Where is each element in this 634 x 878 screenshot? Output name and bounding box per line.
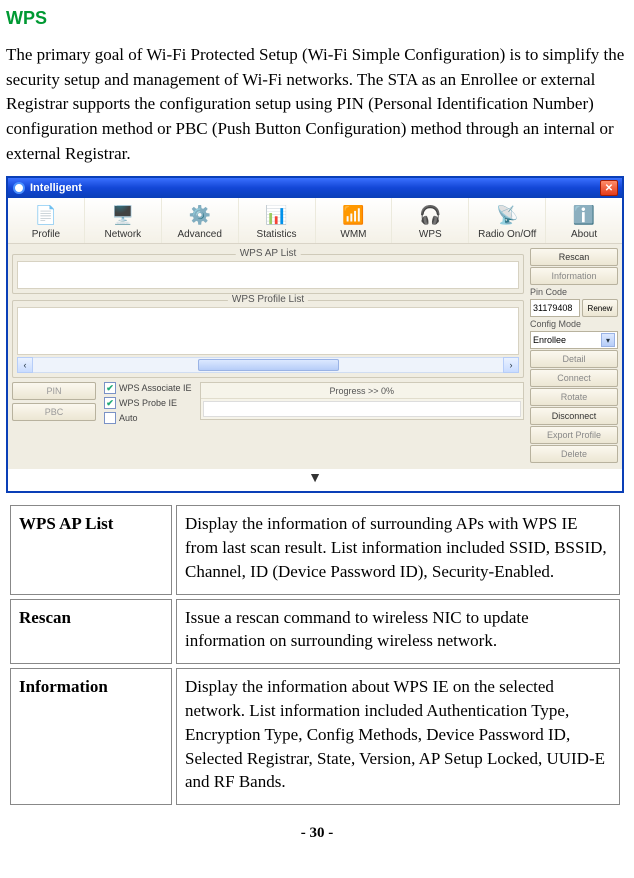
scroll-thumb[interactable]: [198, 359, 339, 371]
tab-label: WMM: [340, 229, 366, 240]
checkbox-label: WPS Probe IE: [119, 398, 177, 408]
radio-icon: 📡: [493, 202, 521, 228]
checkbox-label: Auto: [119, 413, 138, 423]
app-icon: [12, 181, 26, 195]
checkbox-wps-associate[interactable]: WPS Associate IE: [104, 382, 192, 394]
config-mode-select[interactable]: Enrollee ▾: [530, 331, 618, 349]
table-row: Rescan Issue a rescan command to wireles…: [10, 599, 620, 665]
tab-label: Profile: [32, 229, 60, 240]
checkbox-icon: [104, 382, 116, 394]
intro-paragraph: The primary goal of Wi-Fi Protected Setu…: [6, 43, 628, 166]
tab-label: About: [571, 229, 597, 240]
horizontal-scrollbar[interactable]: ‹ ›: [17, 357, 519, 373]
wps-profile-list-group: WPS Profile List ‹ ›: [12, 300, 524, 378]
expand-strip: ▼: [8, 469, 622, 491]
titlebar: Intelligent ✕: [8, 178, 622, 198]
wps-ap-list-group: WPS AP List: [12, 254, 524, 294]
pbc-button[interactable]: PBC: [12, 403, 96, 421]
pin-code-input[interactable]: [530, 299, 580, 317]
config-mode-label: Config Mode: [530, 318, 618, 330]
information-button[interactable]: Information: [530, 267, 618, 285]
expand-arrow-icon[interactable]: ▼: [308, 469, 322, 485]
checkbox-icon: [104, 412, 116, 424]
table-row: WPS AP List Display the information of s…: [10, 505, 620, 594]
tab-about[interactable]: ℹ️ About: [546, 198, 622, 243]
scroll-track[interactable]: [33, 357, 503, 373]
table-row: Information Display the information abou…: [10, 668, 620, 805]
tab-wmm[interactable]: 📶 WMM: [316, 198, 393, 243]
close-button[interactable]: ✕: [600, 180, 618, 196]
group-legend: WPS AP List: [236, 248, 301, 259]
disconnect-button[interactable]: Disconnect: [530, 407, 618, 425]
term-cell: Rescan: [10, 599, 172, 665]
tab-advanced[interactable]: ⚙️ Advanced: [162, 198, 239, 243]
tab-network[interactable]: 🖥️ Network: [85, 198, 162, 243]
rescan-button[interactable]: Rescan: [530, 248, 618, 266]
tab-label: WPS: [419, 229, 442, 240]
scroll-right-icon[interactable]: ›: [503, 357, 519, 373]
desc-cell: Issue a rescan command to wireless NIC t…: [176, 599, 620, 665]
wmm-icon: 📶: [339, 202, 367, 228]
group-legend: WPS Profile List: [228, 294, 308, 305]
config-mode-value: Enrollee: [533, 335, 566, 345]
rotate-button[interactable]: Rotate: [530, 388, 618, 406]
section-title: WPS: [6, 8, 628, 29]
progress-box: Progress >> 0%: [200, 382, 524, 420]
checkbox-icon: [104, 397, 116, 409]
wps-profile-list[interactable]: [17, 307, 519, 355]
pin-code-label: Pin Code: [530, 286, 618, 298]
statistics-icon: 📊: [263, 202, 291, 228]
detail-button[interactable]: Detail: [530, 350, 618, 368]
page-number: - 30 -: [6, 825, 628, 842]
renew-button[interactable]: Renew: [582, 299, 618, 317]
checkbox-label: WPS Associate IE: [119, 383, 192, 393]
desc-cell: Display the information about WPS IE on …: [176, 668, 620, 805]
tab-label: Network: [104, 229, 141, 240]
advanced-icon: ⚙️: [186, 202, 214, 228]
checkbox-auto[interactable]: Auto: [104, 412, 192, 424]
term-cell: Information: [10, 668, 172, 805]
tab-profile[interactable]: 📄 Profile: [8, 198, 85, 243]
progress-status: [203, 401, 521, 417]
delete-button[interactable]: Delete: [530, 445, 618, 463]
tab-label: Advanced: [177, 229, 221, 240]
tab-label: Radio On/Off: [478, 229, 536, 240]
definitions-table: WPS AP List Display the information of s…: [6, 501, 624, 809]
checkbox-wps-probe[interactable]: WPS Probe IE: [104, 397, 192, 409]
network-icon: 🖥️: [109, 202, 137, 228]
chevron-down-icon: ▾: [601, 333, 615, 347]
tab-label: Statistics: [257, 229, 297, 240]
tab-statistics[interactable]: 📊 Statistics: [239, 198, 316, 243]
tab-radio[interactable]: 📡 Radio On/Off: [469, 198, 546, 243]
progress-label: Progress >> 0%: [201, 383, 523, 399]
wps-icon: 🎧: [416, 202, 444, 228]
term-cell: WPS AP List: [10, 505, 172, 594]
window-title: Intelligent: [30, 182, 82, 194]
tab-wps[interactable]: 🎧 WPS: [392, 198, 469, 243]
scroll-left-icon[interactable]: ‹: [17, 357, 33, 373]
profile-icon: 📄: [32, 202, 60, 228]
wps-ap-list[interactable]: [17, 261, 519, 289]
about-icon: ℹ️: [570, 202, 598, 228]
export-profile-button[interactable]: Export Profile: [530, 426, 618, 444]
main-toolbar: 📄 Profile 🖥️ Network ⚙️ Advanced 📊 Stati…: [8, 198, 622, 244]
connect-button[interactable]: Connect: [530, 369, 618, 387]
desc-cell: Display the information of surrounding A…: [176, 505, 620, 594]
app-window: Intelligent ✕ 📄 Profile 🖥️ Network ⚙️ Ad…: [6, 176, 624, 493]
pin-button[interactable]: PIN: [12, 382, 96, 400]
